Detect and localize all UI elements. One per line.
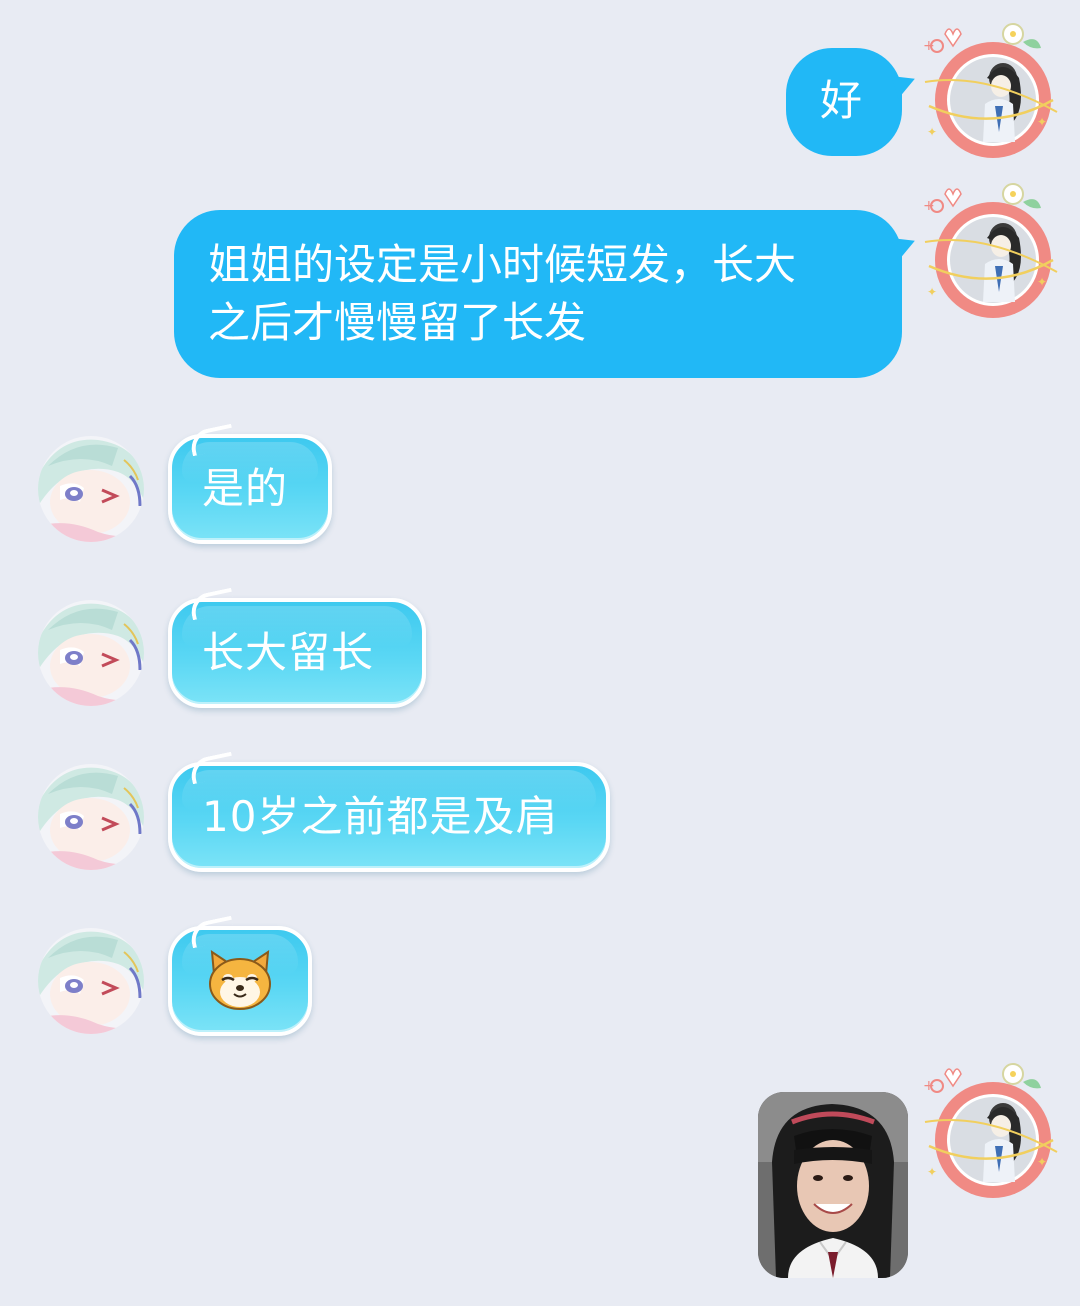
chat-view: 好 + ✦ ✦ 姐姐的设定是小时候短发，长大 之后才慢慢留了长发 + ✦ ✦ 是…: [0, 0, 1080, 1306]
svg-text:+: +: [923, 38, 935, 54]
receiver-avatar[interactable]: [38, 764, 144, 870]
incoming-message: 10岁之前都是及肩: [0, 748, 1080, 888]
anime-boy-avatar-icon: [38, 928, 144, 1034]
outgoing-bubble[interactable]: 姐姐的设定是小时候短发，长大 之后才慢慢留了长发: [174, 210, 920, 378]
message-text-line-1: 姐姐的设定是小时候短发，长大: [208, 240, 797, 289]
svg-text:✦: ✦: [927, 285, 937, 299]
incoming-bubble[interactable]: 10岁之前都是及肩: [168, 751, 610, 872]
shiba-dog-icon: [209, 950, 271, 1010]
message-text: 是的: [202, 464, 289, 513]
receiver-avatar[interactable]: [38, 928, 144, 1034]
incoming-bubble[interactable]: 长大留长: [168, 587, 426, 708]
svg-text:✦: ✦: [1037, 275, 1047, 289]
message-text: 好: [820, 76, 863, 125]
outgoing-message: 姐姐的设定是小时候短发，长大 之后才慢慢留了长发 + ✦ ✦: [0, 180, 1080, 390]
outgoing-bubble[interactable]: 好: [786, 48, 920, 156]
receiver-avatar[interactable]: [38, 600, 144, 706]
outgoing-image[interactable]: [758, 1092, 908, 1278]
photo-smiling-girl-icon: [758, 1092, 908, 1278]
girl-avatar-strawberry-frame-icon: + ✦ ✦: [923, 23, 1058, 158]
svg-text:+: +: [923, 1078, 935, 1094]
sender-avatar[interactable]: + ✦ ✦: [915, 180, 1065, 330]
anime-boy-avatar-icon: [38, 764, 144, 870]
svg-text:✦: ✦: [927, 1165, 937, 1179]
svg-text:+: +: [923, 198, 935, 214]
incoming-message: [0, 912, 1080, 1052]
receiver-avatar[interactable]: [38, 436, 144, 542]
message-text-line-2: 之后才慢慢留了长发: [208, 298, 587, 347]
message-text: 长大留长: [202, 628, 375, 677]
svg-text:✦: ✦: [927, 125, 937, 139]
girl-avatar-strawberry-frame-icon: + ✦ ✦: [923, 183, 1058, 318]
incoming-message: 是的: [0, 420, 1080, 560]
incoming-bubble[interactable]: 是的: [168, 423, 332, 544]
anime-boy-avatar-icon: [38, 436, 144, 542]
sender-avatar[interactable]: + ✦ ✦: [915, 1060, 1065, 1210]
anime-boy-avatar-icon: [38, 600, 144, 706]
incoming-message: 长大留长: [0, 584, 1080, 724]
girl-avatar-strawberry-frame-icon: + ✦ ✦: [923, 1063, 1058, 1198]
message-text: 10岁之前都是及肩: [202, 792, 559, 841]
incoming-bubble[interactable]: [168, 915, 312, 1036]
svg-text:✦: ✦: [1037, 115, 1047, 129]
svg-text:✦: ✦: [1037, 1155, 1047, 1169]
outgoing-message: 好 + ✦ ✦: [0, 0, 1080, 170]
sender-avatar[interactable]: + ✦ ✦: [915, 20, 1065, 170]
